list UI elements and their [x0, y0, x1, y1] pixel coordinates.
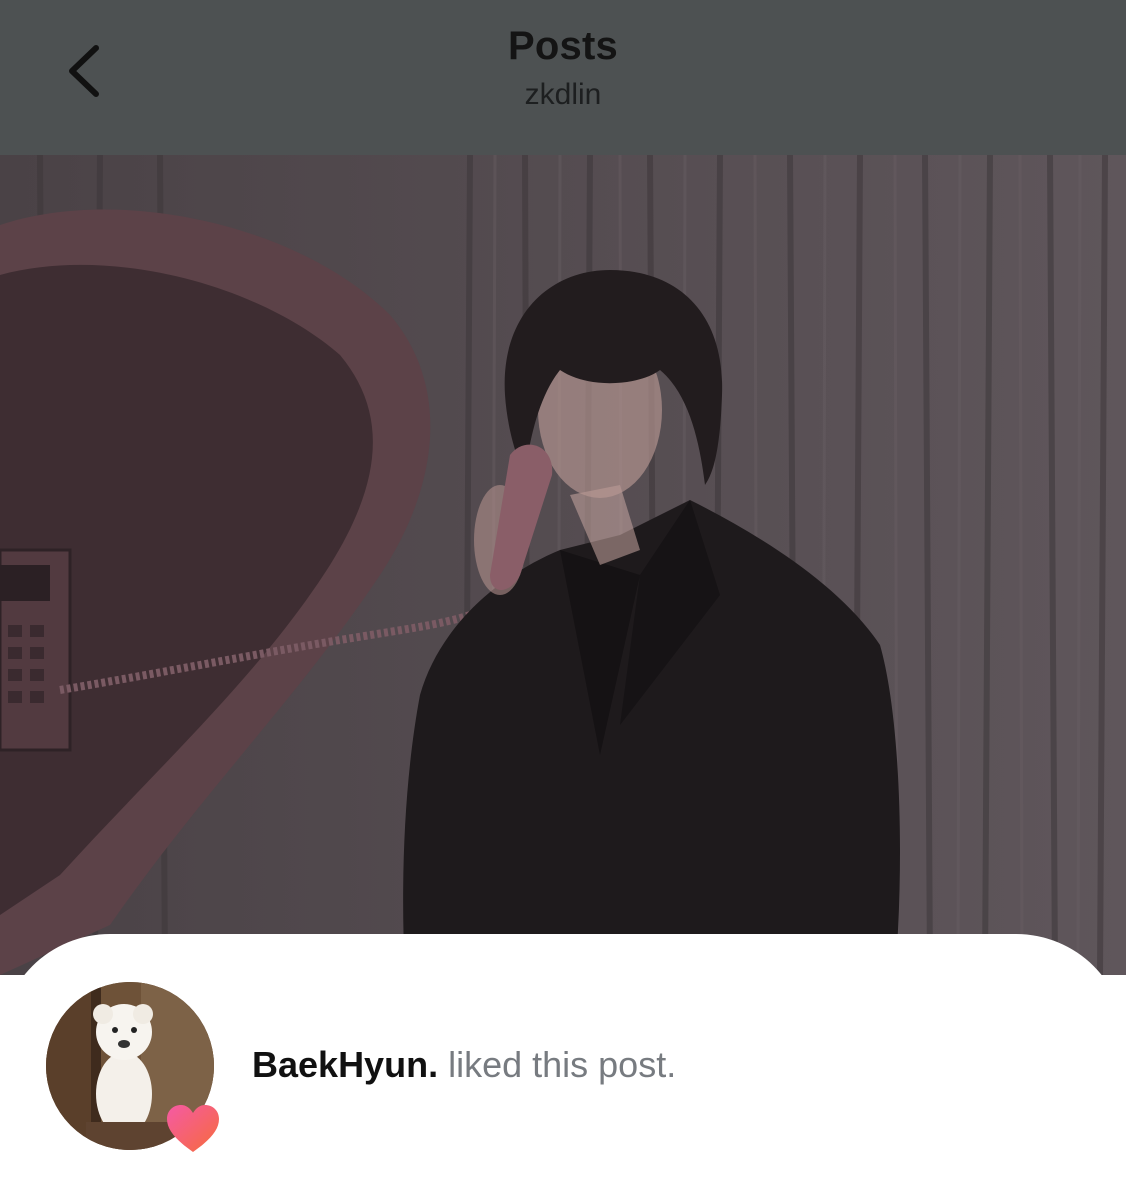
heart-icon	[164, 1102, 222, 1156]
liker-username[interactable]: BaekHyun.	[252, 1044, 438, 1085]
photo-illustration	[0, 155, 1126, 975]
like-message: BaekHyun. liked this post.	[252, 1044, 676, 1086]
header-bar: Posts zkdlin	[0, 0, 1126, 155]
page-subtitle: zkdlin	[524, 78, 602, 111]
post-photo[interactable]	[0, 155, 1126, 975]
page-title: Posts	[508, 24, 618, 68]
post-page: Posts zkdlin BaekHyun. liked this post.	[0, 0, 1126, 1200]
like-action-text: liked this post.	[438, 1044, 677, 1085]
